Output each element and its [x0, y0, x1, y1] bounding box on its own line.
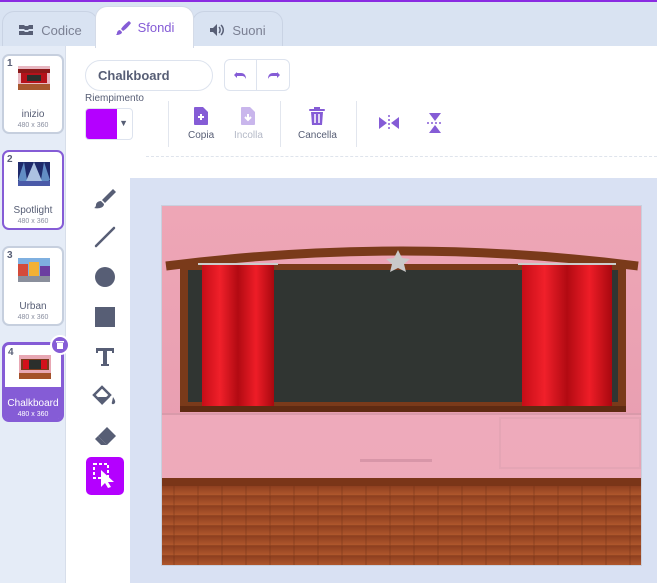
backdrop-size: 480 x 360	[17, 411, 49, 418]
flip-vertical-icon	[427, 113, 443, 133]
text-icon	[96, 348, 114, 366]
delete-label: Cancella	[298, 130, 337, 141]
backdrop-item-2[interactable]: 2 Spotlight 480 x 360	[2, 150, 64, 230]
brush-tool[interactable]	[86, 180, 124, 218]
undo-icon	[233, 72, 246, 79]
flip-vertical-button[interactable]	[426, 112, 444, 134]
text-tool[interactable]	[86, 338, 124, 376]
copy-label: Copia	[188, 130, 215, 141]
select-arrow-icon	[93, 463, 114, 488]
fill-color-picker[interactable]: ▼	[85, 108, 133, 140]
flip-horizontal-button[interactable]	[378, 114, 400, 132]
backdrop-item-3[interactable]: 3 Urban 480 x 360	[2, 246, 64, 326]
tab-code-label: Codice	[41, 22, 82, 38]
undo-button[interactable]	[225, 60, 257, 90]
delete-button[interactable]: Cancella	[298, 106, 337, 141]
chalkboard-backdrop-image	[162, 206, 641, 565]
toolbar-divider	[146, 156, 657, 157]
backdrop-name: inizio	[21, 109, 45, 120]
paste-label: Incolla	[234, 130, 263, 141]
paintbrush-icon	[115, 20, 131, 36]
backdrop-item-1[interactable]: 1 inizio 480 x 360	[2, 54, 64, 134]
backdrop-thumbnail	[18, 162, 50, 186]
backdrop-thumbnail	[18, 66, 50, 90]
delete-backdrop-button[interactable]	[50, 335, 70, 355]
copy-icon	[194, 107, 209, 125]
backdrop-number: 2	[7, 154, 13, 165]
tab-backdrops[interactable]: Sfondi	[95, 6, 194, 48]
rectangle-icon	[95, 307, 115, 327]
rectangle-tool[interactable]	[86, 298, 124, 336]
paste-icon	[241, 107, 256, 125]
tab-sounds-label: Suoni	[232, 22, 266, 38]
speaker-icon	[209, 23, 225, 37]
tab-code[interactable]: Codice	[2, 11, 98, 48]
fill-label: Riempimento	[85, 93, 144, 104]
costume-name-input[interactable]	[85, 60, 213, 91]
paint-bucket-icon	[92, 385, 116, 405]
backdrop-thumbnail	[18, 258, 50, 282]
tab-sounds[interactable]: Suoni	[192, 11, 283, 48]
redo-icon	[268, 72, 280, 79]
flip-horizontal-icon	[379, 115, 399, 131]
divider	[356, 101, 357, 147]
divider	[168, 101, 169, 147]
canvas-area	[130, 178, 657, 583]
backdrop-number: 4	[8, 347, 14, 358]
fill-color-swatch	[86, 109, 117, 139]
eraser-tool[interactable]	[86, 418, 124, 456]
backdrop-number: 1	[7, 58, 13, 69]
fill-tool[interactable]	[86, 378, 124, 416]
backdrop-name: Urban	[19, 301, 47, 312]
redo-button[interactable]	[257, 60, 289, 90]
backdrop-number: 3	[7, 250, 13, 261]
backdrop-list: 1 inizio 480 x 360 2 Spotlight 480 x 360…	[0, 46, 66, 583]
select-tool[interactable]	[86, 457, 124, 495]
backdrop-name: Chalkboard	[7, 398, 59, 409]
paint-canvas[interactable]	[161, 205, 642, 566]
dropdown-arrow-icon: ▼	[119, 118, 128, 128]
divider	[280, 101, 281, 147]
backdrop-size: 480 x 360	[17, 218, 49, 225]
backdrop-thumbnail	[19, 355, 51, 379]
code-blocks-icon	[18, 24, 34, 36]
trash-icon	[56, 341, 64, 349]
line-tool[interactable]	[86, 218, 124, 256]
paste-button[interactable]: Incolla	[234, 106, 263, 141]
backdrop-size: 480 x 360	[17, 122, 49, 129]
copy-button[interactable]: Copia	[188, 106, 214, 141]
circle-icon	[95, 267, 115, 287]
tab-bar: Codice Sfondi Suoni	[0, 2, 657, 48]
eraser-icon	[95, 427, 116, 445]
tab-backdrops-label: Sfondi	[137, 20, 175, 35]
undo-redo-group	[224, 59, 290, 91]
trash-icon	[309, 107, 326, 125]
backdrop-name: Spotlight	[13, 205, 53, 216]
backdrop-size: 480 x 360	[17, 314, 49, 321]
circle-tool[interactable]	[86, 258, 124, 296]
line-icon	[94, 226, 116, 248]
brush-icon	[94, 189, 116, 209]
